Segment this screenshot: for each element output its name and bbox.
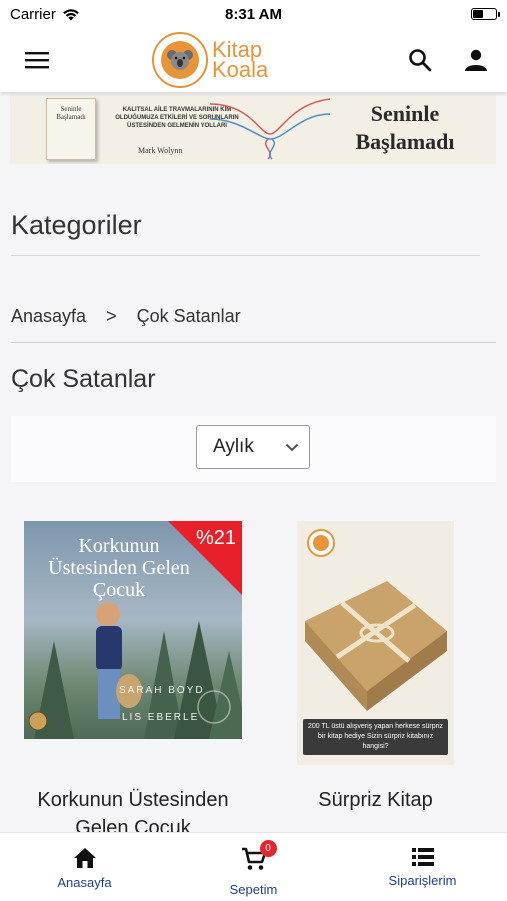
breadcrumb-separator: > [106, 306, 117, 326]
list-icon [411, 848, 434, 866]
product-image[interactable]: Korkunun Üstesinden Gelen Çocuk SARAH BO… [24, 521, 242, 739]
wifi-icon [63, 8, 79, 20]
banner-title: Seninle Başlamadı [340, 100, 470, 156]
carrier-label: Carrier [10, 5, 56, 23]
banner-title-line2: Başlamadı [355, 129, 455, 154]
status-bar: Carrier 8:31 AM [0, 0, 507, 28]
koala-logo-icon [307, 529, 335, 557]
breadcrumb-spacer [117, 306, 137, 327]
product-image[interactable]: 200 TL üstü alışveriş yapan herkese sürp… [297, 521, 454, 765]
breadcrumb-current: Çok Satanlar [136, 306, 241, 326]
koala-logo-icon [152, 32, 208, 88]
gift-box-icon [305, 581, 447, 711]
tab-home[interactable]: Anasayfa [0, 833, 169, 901]
categories-divider [11, 255, 480, 256]
page-title: Çok Satanlar [11, 365, 156, 393]
period-select[interactable]: Aylık [196, 425, 310, 469]
cover-author-1: SARAH BOYD [119, 685, 205, 696]
menu-button[interactable] [22, 45, 52, 75]
tab-cart-label: Sepetim [229, 882, 278, 897]
menu-icon [25, 52, 49, 69]
cart-count-badge: 0 [259, 840, 277, 857]
tab-orders-label: Siparişlerim [388, 873, 457, 888]
product-name[interactable]: Sürpriz Kitap [297, 786, 454, 814]
chevron-down-icon [285, 443, 299, 451]
discount-badge: %21 [195, 527, 236, 549]
app-header: Kitap Koala [0, 28, 507, 92]
breadcrumb-home[interactable]: Anasayfa [11, 306, 86, 327]
breadcrumb: Anasayfa > Çok Satanlar [11, 306, 241, 327]
tab-cart[interactable]: 0 Sepetim [169, 833, 338, 901]
account-button[interactable] [461, 45, 491, 75]
search-button[interactable] [405, 45, 435, 75]
banner-author: Mark Wolynn [138, 146, 183, 155]
dna-graphic-icon [210, 98, 330, 160]
breadcrumb-spacer [86, 306, 106, 327]
home-icon [73, 848, 96, 868]
app-logo[interactable]: Kitap Koala [152, 30, 268, 90]
user-icon [465, 49, 487, 71]
cover-promo-text: 200 TL üstü alışveriş yapan herkese sürp… [303, 719, 448, 755]
banner-title-line1: Seninle [370, 101, 440, 126]
breadcrumb-divider [11, 342, 496, 343]
tab-orders[interactable]: Siparişlerim [338, 833, 507, 901]
filter-bar: Aylık [11, 416, 496, 482]
search-icon [409, 49, 432, 72]
period-select-value: Aylık [213, 436, 254, 457]
banner-book-cover: Seninle Başlamadı [46, 98, 96, 160]
bottom-tab-bar: Anasayfa 0 Sepetim Siparişlerim [0, 832, 507, 901]
promo-banner[interactable]: Seninle Başlamadı KALITSAL AİLE TRAVMALA… [10, 94, 496, 164]
banner-book-title: Seninle Başlamadı [56, 105, 86, 121]
tab-home-label: Anasayfa [57, 875, 112, 890]
battery-icon [471, 8, 500, 20]
cover-author-2: LIS EBERLE [122, 712, 200, 723]
logo-text-line2: Koala [212, 57, 269, 82]
categories-heading: Kategoriler [11, 210, 142, 240]
